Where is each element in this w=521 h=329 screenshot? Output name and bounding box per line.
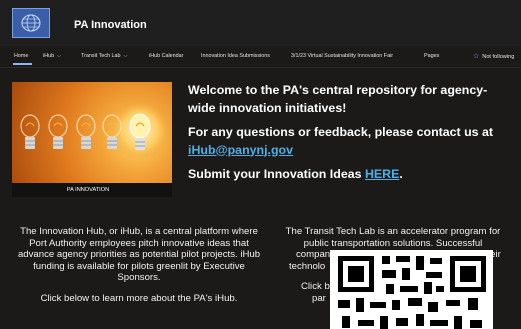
nav-item-label: Innovation Idea Submissions [201, 53, 270, 59]
nav-item-home[interactable]: Home [14, 53, 28, 59]
site-title[interactable]: PA Innovation [74, 19, 147, 31]
bulb-icon [48, 114, 68, 149]
ttl-line-1: The Transit Tech Lab is an accelerator p… [285, 226, 501, 237]
nav-item-label: iHub Calendar [149, 53, 184, 59]
nav-item-label: iHub [43, 53, 55, 59]
contact-prompt: For any questions or feedback, please co… [188, 125, 494, 139]
ttl-cta-line-2-start: par [312, 292, 326, 304]
bulb-icon [20, 114, 40, 149]
hero-caption-text: PA INNOVATION [66, 187, 110, 193]
active-nav-indicator [13, 63, 32, 65]
light-bulbs-illustration [20, 100, 170, 160]
ttl-line-2: public transportation solutions. Success… [303, 237, 483, 249]
submit-ideas-suffix: . [399, 167, 403, 181]
nav-item-label: Transit Tech Lab [81, 53, 121, 59]
bulb-icon [76, 114, 96, 149]
qr-code-icon [330, 250, 493, 329]
site-header: PA Innovation [0, 0, 521, 46]
nav-item-ihub-calendar[interactable]: iHub Calendar [149, 53, 183, 59]
qr-code [330, 250, 493, 329]
ttl-line-3-start: compan [296, 249, 331, 261]
nav-item-innovation-idea-submissions[interactable]: Innovation Idea Submissions [201, 53, 270, 59]
welcome-heading: Welcome to the PA's central repository f… [188, 83, 488, 115]
star-icon: ☆ [473, 53, 480, 60]
hero-caption: PA INNOVATION [12, 183, 172, 197]
welcome-text-block: Welcome to the PA's central repository f… [188, 82, 513, 191]
nav-item-pages[interactable]: Pages [424, 53, 439, 59]
nav-item-transit-tech-lab[interactable]: Transit Tech Lab ⌵ [81, 53, 127, 59]
submit-ideas-text: Submit your Innovation Ideas HERE. [188, 166, 513, 184]
submit-ideas-here-link[interactable]: HERE [365, 167, 399, 181]
top-navigation: Home iHub ⌵ Transit Tech Lab ⌵ iHub Calend… [0, 46, 521, 68]
nav-item-label: 3/1/23 Virtual Sustainability Innovation… [291, 53, 394, 59]
contact-text: For any questions or feedback, please co… [188, 124, 513, 159]
follow-button[interactable]: ☆ Not following [473, 52, 514, 60]
ihub-paragraph: The Innovation Hub, or iHub, is a centra… [17, 226, 261, 284]
hero-image [12, 82, 172, 183]
submit-ideas-prefix: Submit your Innovation Ideas [188, 167, 365, 181]
ihub-description: The Innovation Hub, or iHub, is a centra… [14, 226, 264, 314]
nav-item-sustainability-fair[interactable]: 3/1/23 Virtual Sustainability Innovation… [291, 53, 393, 59]
chevron-down-icon: ⌵ [57, 53, 61, 59]
nav-item-ihub[interactable]: iHub ⌵ [43, 53, 61, 59]
site-logo[interactable] [12, 8, 50, 38]
globe-logo-icon [21, 14, 41, 32]
ttl-line-4-start: technolo [289, 260, 326, 272]
chevron-down-icon: ⌵ [123, 53, 128, 59]
email-link[interactable]: iHub@panynj.gov [188, 143, 293, 157]
nav-item-label: Pages [424, 53, 440, 59]
follow-label: Not following [482, 54, 515, 60]
ttl-cta-start: Click b [301, 281, 330, 293]
nav-item-label: Home [14, 53, 29, 59]
ihub-cta: Click below to learn more about the PA's… [40, 292, 238, 304]
